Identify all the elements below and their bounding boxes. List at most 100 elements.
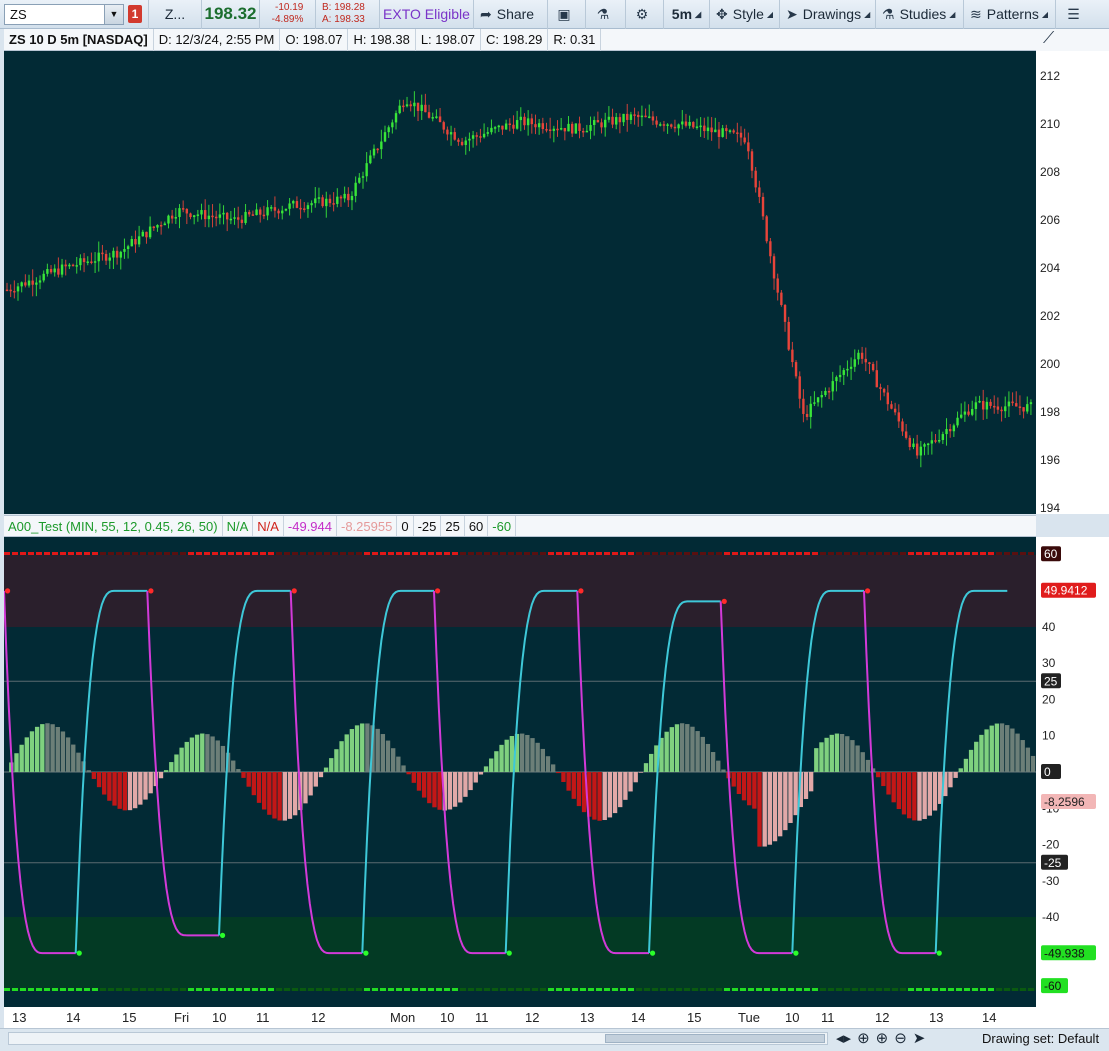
scrollbar-thumb[interactable] [605, 1034, 825, 1043]
bottom-band-segment [452, 988, 458, 991]
timeframe-button[interactable]: 5m ◢ [664, 0, 710, 29]
top-band-segment [476, 552, 482, 555]
candle-body [1000, 409, 1003, 412]
candle-body [424, 104, 427, 113]
bottom-band-segment [316, 988, 322, 991]
horizontal-scrollbar[interactable] [8, 1032, 828, 1045]
top-band-segment [1028, 552, 1034, 555]
top-band-segment [172, 552, 178, 555]
histogram-bar [778, 772, 783, 837]
patterns-button[interactable]: ≋ Patterns ◢ [964, 0, 1056, 29]
price-axis-label: 206 [1040, 213, 1060, 227]
histogram-bar [277, 772, 282, 821]
bottom-band-segment [812, 988, 818, 991]
candle-body [692, 121, 695, 128]
top-band-segment [340, 552, 346, 555]
histogram-bar [189, 737, 195, 772]
candle-body [967, 411, 970, 415]
price-axis-label: 194 [1040, 501, 1060, 514]
symbol-input[interactable]: ZS ▼ [4, 3, 124, 25]
candle-body [119, 251, 122, 258]
histogram-bar [504, 739, 509, 772]
candle-body [497, 125, 500, 128]
link-group-badge[interactable]: 1 [128, 5, 142, 23]
histogram-bar [349, 729, 355, 772]
candle-body [16, 286, 20, 292]
histogram-bar [824, 737, 829, 772]
oscillator-chart[interactable]: 40302010-10-20-30-40 6049.9412250-8.2596… [4, 537, 1109, 1007]
candle-body [328, 198, 332, 204]
candle-body [523, 116, 526, 126]
candle-body [482, 133, 486, 138]
badge-minus-60: -60 [1044, 979, 1062, 993]
style-icon: ✥ [716, 5, 728, 22]
histogram-bar [747, 772, 752, 806]
style-button[interactable]: ✥ Style ◢ [710, 0, 780, 29]
candle-body [134, 239, 137, 245]
price-axis-label: 204 [1040, 261, 1060, 275]
bottom-band-segment [628, 988, 634, 991]
badge-current: 49.9412 [1044, 584, 1088, 598]
top-band-segment [220, 552, 226, 555]
candle-body [798, 376, 801, 399]
oscillator-axis-label: -30 [1042, 874, 1060, 888]
candle-body [112, 250, 115, 258]
top-band-segment [868, 552, 874, 555]
snapshot-button[interactable]: ▣ [548, 0, 586, 29]
candle-body [108, 257, 111, 261]
top-band-segment [684, 552, 690, 555]
candle-body [615, 117, 618, 125]
histogram-bar [731, 772, 736, 787]
candle-body [339, 196, 343, 199]
pan-icon[interactable]: ◂▸ [836, 1029, 851, 1047]
bottom-band-segment [604, 988, 610, 991]
top-band-segment [292, 552, 298, 555]
candle-body [189, 213, 192, 218]
study-value-3: -49.944 [284, 516, 337, 536]
candle-body [754, 170, 757, 188]
candle-body [670, 124, 673, 127]
histogram-bar [669, 727, 674, 772]
symbol-dropdown-icon[interactable]: ▼ [104, 4, 123, 24]
settings-button[interactable]: ⚙ [626, 0, 664, 29]
top-band-segment [700, 552, 706, 555]
candle-body [431, 117, 434, 119]
bottom-band-segment [340, 988, 346, 991]
flask-button[interactable]: ⚗ [586, 0, 626, 29]
candle-body [468, 138, 471, 141]
candle-body [42, 273, 45, 281]
candle-body [325, 198, 328, 207]
histogram-bar [251, 772, 257, 796]
chart-settings-icon[interactable]: ⟋ [1043, 30, 1054, 48]
bottom-band-segment [132, 988, 138, 991]
pointer-icon[interactable]: ➤ [913, 1029, 926, 1047]
zoom-in-icon[interactable]: ⊕ [876, 1029, 889, 1047]
zoom-out-icon[interactable]: ⊖ [894, 1029, 907, 1047]
candle-body [460, 141, 464, 145]
signal-dot [793, 950, 799, 956]
symbol-description[interactable]: Z... [148, 0, 202, 29]
study-name[interactable]: A00_Test (MIN, 55, 12, 0.45, 26, 50) [4, 516, 223, 536]
studies-button[interactable]: ⚗ Studies ◢ [876, 0, 964, 29]
drawings-button[interactable]: ➤ Drawings ◢ [780, 0, 876, 29]
candle-body [185, 208, 189, 214]
bottom-band-segment [980, 988, 986, 991]
candle-body [75, 265, 78, 267]
histogram-bar [948, 772, 953, 788]
histogram-bar [530, 738, 535, 772]
histogram-bar [329, 758, 334, 772]
price-axis-label: 200 [1040, 357, 1060, 371]
histogram-bar [478, 772, 484, 775]
bottom-band-segment [84, 988, 90, 991]
histogram-bar [246, 772, 251, 787]
menu-button[interactable]: ☰ [1056, 0, 1096, 29]
price-chart[interactable]: 212 210 208 206 204 202 200 198 196 194 [4, 51, 1109, 514]
histogram-bar [416, 772, 422, 791]
top-band-segment [580, 552, 586, 555]
crosshair-icon[interactable]: ⊕ [857, 1029, 870, 1047]
share-button[interactable]: ➦ Share [474, 0, 548, 29]
histogram-bar [1020, 740, 1025, 772]
price-axis-label: 198 [1040, 405, 1060, 419]
candle-body [838, 374, 842, 378]
drawing-set-label[interactable]: Drawing set: Default [982, 1031, 1099, 1046]
